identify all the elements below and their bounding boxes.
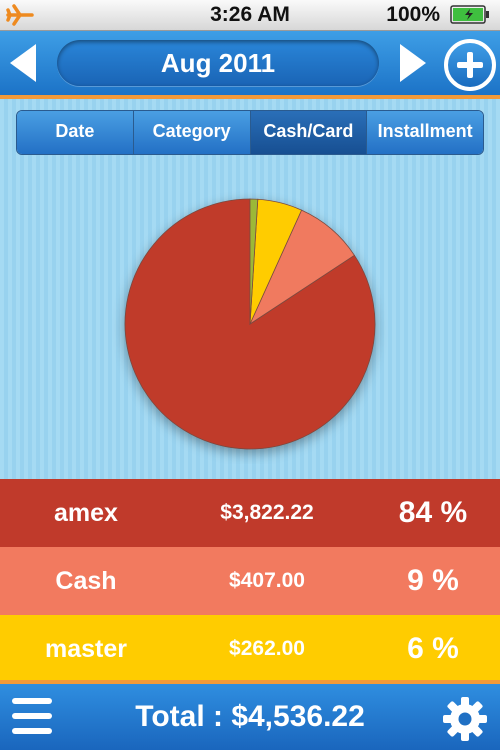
row-percent: 6 %: [407, 632, 459, 665]
segment-cash-card[interactable]: Cash/Card: [249, 111, 367, 154]
pie-chart: [124, 198, 376, 450]
row-amount: $407.00: [229, 569, 305, 592]
next-month-button[interactable]: [400, 44, 426, 82]
list-item-amex[interactable]: amex $3,822.22 84 %: [0, 479, 500, 547]
segment-category[interactable]: Category: [132, 111, 250, 154]
row-percent: 84 %: [398, 496, 468, 529]
battery-icon: [450, 5, 489, 24]
row-name: Cash: [55, 567, 117, 595]
previous-month-button[interactable]: [10, 44, 36, 82]
menu-icon[interactable]: [12, 698, 52, 736]
add-expense-button[interactable]: [444, 39, 496, 91]
total-label: Total : $4,536.22: [135, 700, 365, 733]
list-item-master[interactable]: master $262.00 6 %: [0, 615, 500, 683]
gear-icon[interactable]: [442, 696, 488, 742]
battery-percent: 100%: [386, 3, 440, 26]
chart-area: Date Category Cash/Card Installment: [0, 99, 500, 479]
view-segmented-control: Date Category Cash/Card Installment: [16, 110, 484, 155]
current-month-label[interactable]: Aug 2011: [57, 40, 379, 86]
list-item-cash[interactable]: Cash $407.00 9 %: [0, 547, 500, 615]
segment-installment[interactable]: Installment: [366, 111, 483, 154]
segment-date[interactable]: Date: [17, 111, 133, 154]
row-amount: $3,822.22: [220, 501, 314, 524]
row-name: amex: [54, 499, 118, 527]
row-name: master: [45, 635, 127, 663]
navigation-bar: Aug 2011: [0, 31, 500, 99]
row-amount: $262.00: [229, 637, 305, 660]
row-percent: 9 %: [407, 564, 459, 597]
status-bar: 3:26 AM 100%: [0, 0, 500, 31]
bottom-toolbar: Total : $4,536.22: [0, 680, 500, 750]
